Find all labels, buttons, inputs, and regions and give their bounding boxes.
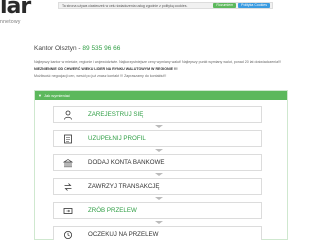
step-transfer[interactable]: ZRÓB PRZELEW: [53, 202, 262, 219]
step-label: DODAJ KONTA BANKOWE: [88, 159, 165, 166]
user-icon: [54, 110, 82, 120]
step-bank[interactable]: DODAJ KONTA BANKOWE: [53, 154, 262, 171]
step-arrow: [155, 173, 163, 176]
logo-text: lar: [0, 0, 31, 19]
step-label: ZAWRZYJ TRANSAKCJĘ: [88, 183, 160, 190]
step-arrow: [155, 197, 163, 200]
step-register[interactable]: ZAREJESTRUJ SIĘ: [53, 106, 262, 123]
cookie-bar: Ta strona używa ciasteczek w celu świadc…: [58, 2, 273, 9]
bank-icon: [54, 158, 82, 168]
checklist-icon: [54, 134, 82, 144]
step-arrow: [155, 221, 163, 224]
page-title: Kantor Olsztyn - 89 535 96 66: [34, 45, 120, 52]
step-label: ZAREJESTRUJ SIĘ: [88, 111, 144, 118]
clock-icon: [54, 230, 82, 240]
step-arrow: [155, 125, 163, 128]
page-title-text: Kantor Olsztyn -: [34, 45, 83, 52]
how-to-panel: ▼ Jak wymieniać ZAREJESTRUJ SIĘ UZUPEŁNI…: [34, 90, 288, 240]
contact-text: Możliwość negocjacji cen, wesół po już z…: [34, 74, 167, 78]
transfer-icon: [54, 206, 82, 216]
step-label: OCZEKUJ NA PRZELEW: [88, 231, 159, 238]
step-transaction[interactable]: ZAWRZYJ TRANSAKCJĘ: [53, 178, 262, 195]
step-label: UZUPEŁNIJ PROFIL: [88, 135, 146, 142]
step-wait[interactable]: OCZEKUJ NA PRZELEW: [53, 226, 262, 240]
intro-text: Najlepszy kantor w mieście, regionie i w…: [34, 60, 282, 64]
panel-title: Jak wymieniać: [43, 93, 70, 98]
panel-header[interactable]: ▼ Jak wymieniać: [35, 91, 287, 100]
step-arrow: [155, 149, 163, 152]
exchange-icon: [54, 182, 82, 192]
logo-subtitle: nnetowy: [0, 19, 21, 25]
cookie-text: Ta strona używa ciasteczek w celu świadc…: [62, 3, 188, 8]
cookie-policy-button[interactable]: Polityka Cookies: [238, 3, 270, 8]
step-label: ZRÓB PRZELEW: [88, 207, 137, 214]
phone-link[interactable]: 89 535 96 66: [82, 45, 120, 52]
step-profile[interactable]: UZUPEŁNIJ PROFIL: [53, 130, 262, 147]
cookie-accept-button[interactable]: Rozumiem: [213, 3, 237, 8]
logo[interactable]: lar nnetowy: [0, 0, 40, 28]
chevron-icon: ▼: [38, 93, 42, 98]
highlight-text: NIEZNIENNIE OD CHWERĆ WIEKU LIDER NA RYN…: [34, 67, 178, 71]
